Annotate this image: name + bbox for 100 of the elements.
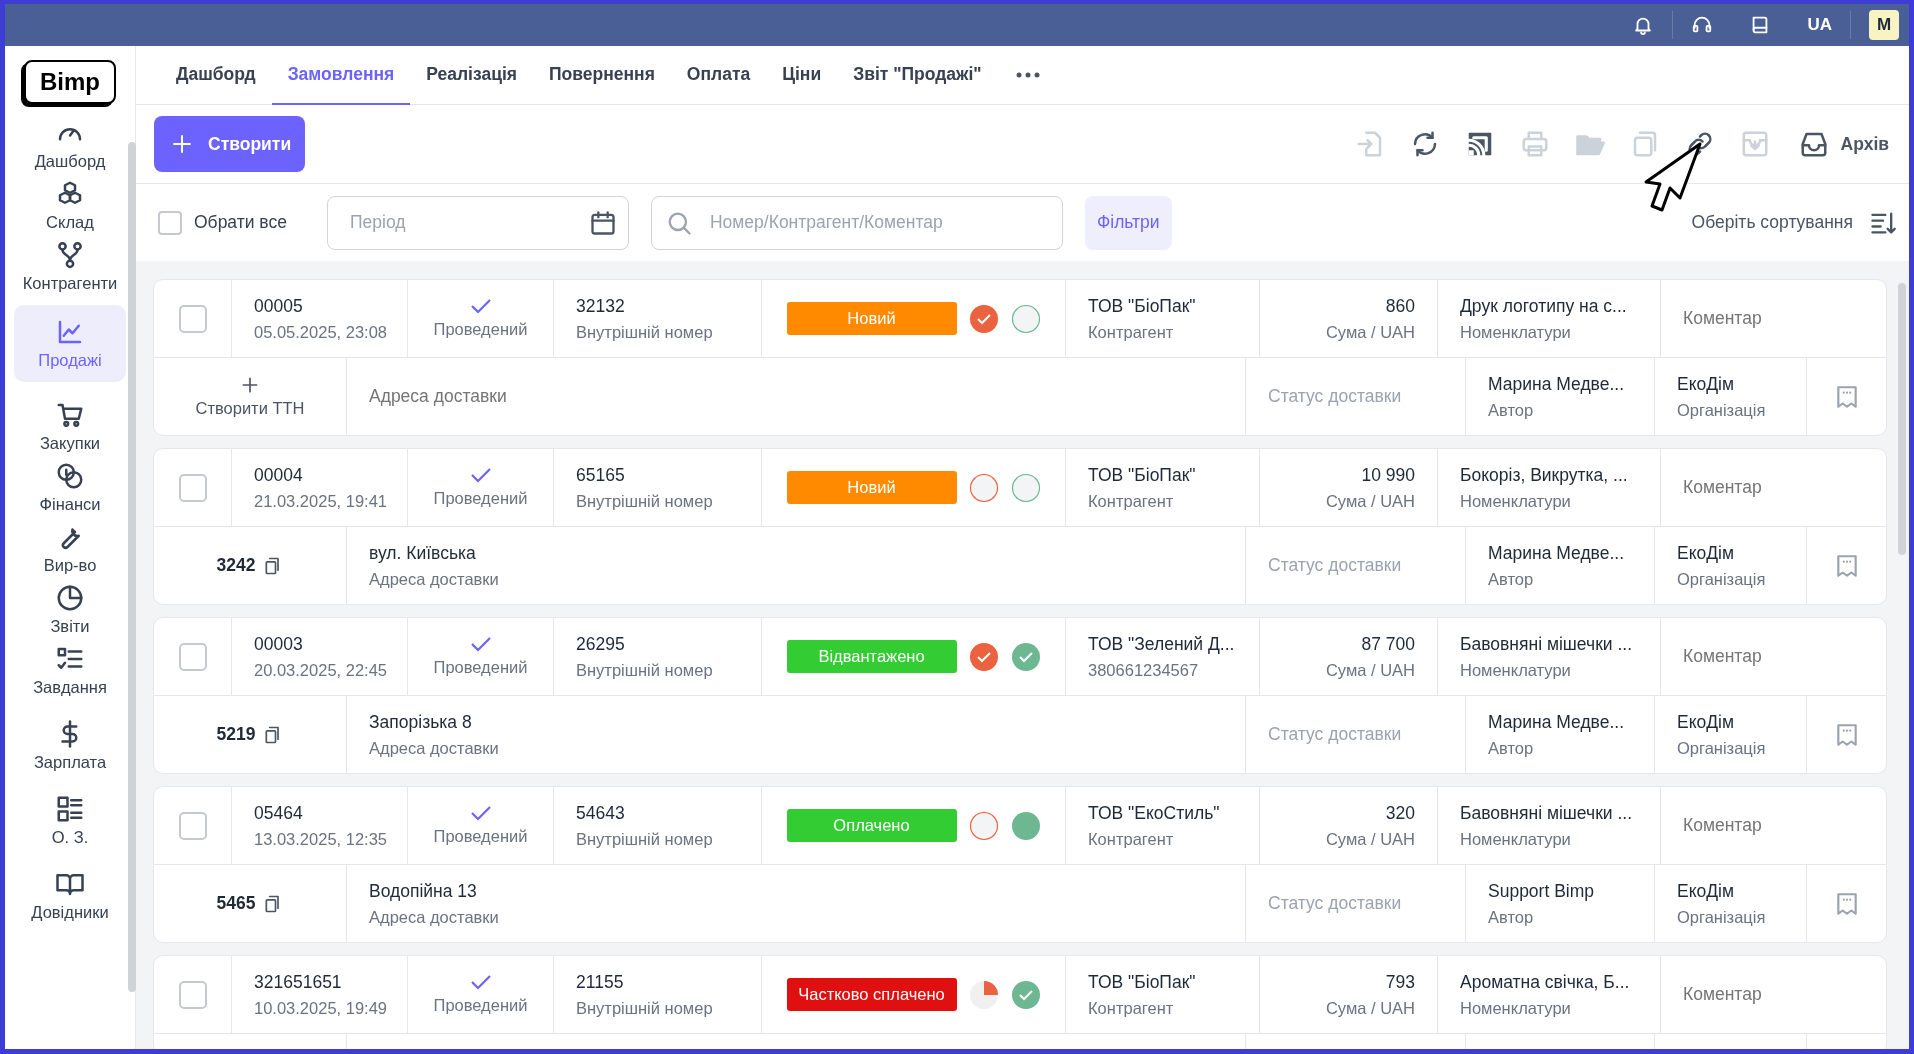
checkbox[interactable] bbox=[158, 210, 182, 235]
address-field[interactable]: Адреса доставки bbox=[369, 386, 1223, 407]
create-ttn-button[interactable]: Створити ТТН bbox=[154, 358, 347, 435]
payment-status-icon[interactable] bbox=[968, 303, 999, 334]
status-badge[interactable]: Частково сплачено bbox=[786, 978, 957, 1011]
contractor-name[interactable]: ТОВ "БіоПак" bbox=[1088, 295, 1237, 317]
search-field[interactable]: Номер/Контрагент/Коментар bbox=[650, 195, 1063, 250]
posted-status: Проведений bbox=[433, 489, 528, 508]
sidebar-item[interactable]: Вир-во bbox=[14, 518, 126, 579]
posted-status: Проведений bbox=[433, 996, 528, 1015]
comment-field[interactable]: Коментар bbox=[1683, 477, 1864, 498]
sort-select[interactable]: Оберіть сортування bbox=[1691, 212, 1853, 233]
sidebar-item[interactable]: Контрагенти bbox=[14, 236, 126, 297]
language-button[interactable]: UA bbox=[1789, 15, 1850, 35]
order-date: 10.03.2025, 19:49 bbox=[254, 998, 385, 1018]
tab[interactable]: Ціни bbox=[766, 46, 838, 105]
scrollbar[interactable] bbox=[1898, 283, 1906, 555]
posted-status: Проведений bbox=[433, 658, 528, 677]
field-label: Адреса доставки bbox=[369, 569, 500, 589]
field-label: Сума / UAH bbox=[1325, 998, 1415, 1018]
sidebar-item[interactable]: Склад bbox=[14, 175, 126, 236]
comment-field[interactable]: Коментар bbox=[1683, 646, 1864, 667]
field-label: Організація bbox=[1677, 907, 1767, 927]
order-number[interactable]: 00005 bbox=[254, 295, 385, 317]
user-avatar[interactable]: M bbox=[1869, 10, 1899, 40]
check-icon bbox=[469, 805, 492, 821]
row-checkbox[interactable] bbox=[178, 811, 207, 840]
sidebar-item[interactable]: Дашборд bbox=[14, 114, 126, 175]
shipment-status-icon[interactable] bbox=[1010, 810, 1041, 841]
order-date: 21.03.2025, 19:41 bbox=[254, 491, 385, 511]
more-icon[interactable] bbox=[1015, 72, 1040, 78]
payment-status-icon[interactable] bbox=[968, 810, 999, 841]
sidebar-item[interactable]: Фінанси bbox=[14, 457, 126, 518]
sidebar-item[interactable]: Зарплата bbox=[14, 715, 126, 776]
tab[interactable]: Реалізація bbox=[410, 46, 533, 105]
ttn-number: 5219 bbox=[216, 724, 256, 745]
contractor-info: 380661234567 bbox=[1088, 660, 1200, 680]
tab[interactable]: Замовлення bbox=[271, 46, 411, 105]
tab[interactable]: Повернення bbox=[533, 46, 671, 105]
internal-number: 54643 bbox=[576, 802, 626, 824]
scrollbar[interactable] bbox=[128, 142, 136, 992]
sidebar-item[interactable]: Довідники bbox=[14, 865, 126, 926]
tab[interactable]: Звіт "Продажі" bbox=[837, 46, 998, 105]
coins-icon bbox=[55, 461, 85, 491]
sidebar-item[interactable]: Продажі bbox=[14, 305, 126, 382]
shipment-status-icon[interactable] bbox=[1010, 303, 1041, 334]
sidebar-item[interactable]: Звіти bbox=[14, 579, 126, 640]
order-number[interactable]: 00003 bbox=[254, 633, 385, 655]
payment-status-icon[interactable] bbox=[968, 472, 999, 503]
field-label: Сума / UAH bbox=[1325, 491, 1415, 511]
payment-status-icon[interactable] bbox=[968, 641, 999, 672]
contractor-name[interactable]: ТОВ "ЕкоСтиль" bbox=[1088, 802, 1237, 824]
archive-button[interactable]: Архів bbox=[1792, 128, 1895, 160]
field-label: Номенклатури bbox=[1460, 322, 1572, 342]
sidebar-item[interactable]: О. З. bbox=[14, 790, 126, 851]
field-label: Внутрішній номер bbox=[576, 660, 714, 680]
comment-field[interactable]: Коментар bbox=[1683, 308, 1864, 329]
period-field[interactable]: Період bbox=[326, 195, 629, 250]
contractor-name[interactable]: ТОВ "БіоПак" bbox=[1088, 464, 1237, 486]
delivery-address: Водопійна 13 bbox=[369, 880, 478, 902]
items-summary: Бавовняні мішечки ... bbox=[1460, 633, 1633, 655]
author-name: Марина Медве... bbox=[1488, 373, 1626, 395]
order-sum: 87 700 bbox=[1361, 633, 1415, 655]
field-label: Внутрішній номер bbox=[576, 491, 714, 511]
field-label: Номенклатури bbox=[1460, 998, 1572, 1018]
payment-status-icon[interactable] bbox=[968, 979, 999, 1010]
tab[interactable]: Оплата bbox=[670, 46, 767, 105]
create-button[interactable]: Створити bbox=[154, 116, 306, 172]
field-label: Сума / UAH bbox=[1325, 322, 1415, 342]
organization-name: ЕкоДім bbox=[1677, 373, 1736, 395]
field-label: Автор bbox=[1488, 569, 1535, 589]
field-label: Організація bbox=[1677, 738, 1767, 758]
logo[interactable]: Bimp bbox=[24, 60, 116, 104]
filters-button[interactable]: Фільтри bbox=[1084, 195, 1172, 250]
order-number[interactable]: 321651651 bbox=[254, 971, 385, 993]
tab[interactable]: Дашборд bbox=[160, 46, 272, 105]
shipment-status-icon[interactable] bbox=[1010, 641, 1041, 672]
row-checkbox[interactable] bbox=[178, 642, 207, 671]
check-icon bbox=[469, 636, 492, 652]
row-checkbox[interactable] bbox=[178, 980, 207, 1009]
sidebar-item[interactable]: Завдання bbox=[14, 640, 126, 701]
pie-icon bbox=[55, 583, 85, 613]
comment-field[interactable]: Коментар bbox=[1683, 984, 1864, 1005]
sidebar-item[interactable]: Закупки bbox=[14, 396, 126, 457]
contractor-name[interactable]: ТОВ "БіоПак" bbox=[1088, 971, 1237, 993]
order-number[interactable]: 00004 bbox=[254, 464, 385, 486]
shipment-status-icon[interactable] bbox=[1010, 979, 1041, 1010]
shipment-status-icon[interactable] bbox=[1010, 472, 1041, 503]
branch-icon bbox=[55, 240, 85, 270]
contractor-name[interactable]: ТОВ "Зелений Д... bbox=[1088, 633, 1237, 655]
field-label: Автор bbox=[1488, 400, 1535, 420]
comment-field[interactable]: Коментар bbox=[1683, 815, 1864, 836]
delivery-address: Запорізька 8 bbox=[369, 711, 473, 733]
order-date: 13.03.2025, 12:35 bbox=[254, 829, 385, 849]
delivery-address: вул. Київська bbox=[369, 542, 477, 564]
row-checkbox[interactable] bbox=[178, 304, 207, 333]
row-checkbox[interactable] bbox=[178, 473, 207, 502]
author-name: Марина Медве... bbox=[1488, 711, 1626, 733]
order-number[interactable]: 05464 bbox=[254, 802, 385, 824]
field-label: Сума / UAH bbox=[1325, 660, 1415, 680]
